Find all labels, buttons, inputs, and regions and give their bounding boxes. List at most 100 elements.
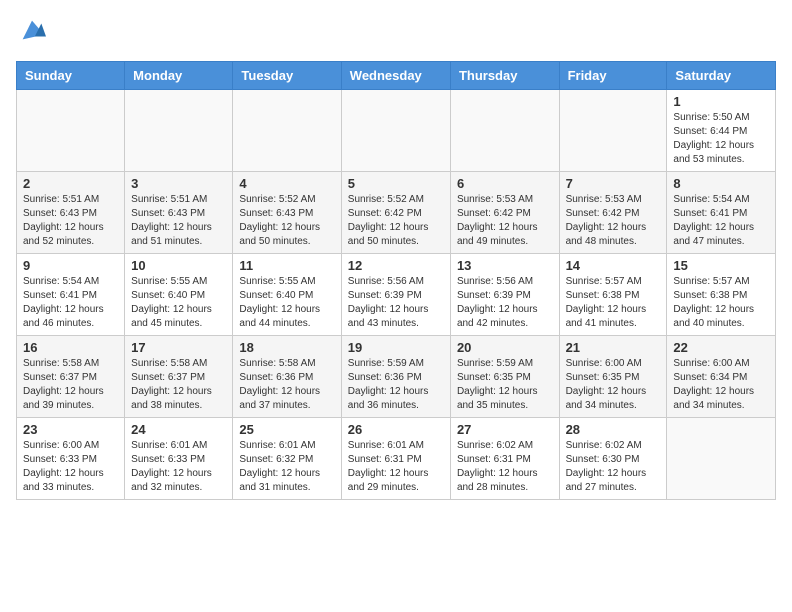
day-info: Sunrise: 6:02 AM Sunset: 6:30 PM Dayligh… — [566, 439, 661, 495]
calendar-cell: 18 Sunrise: 5:58 AM Sunset: 6:36 PM Dayli… — [233, 336, 341, 418]
logo — [16, 16, 48, 49]
day-number: 1 — [673, 94, 769, 109]
day-info: Sunrise: 5:57 AM Sunset: 6:38 PM Dayligh… — [673, 275, 769, 331]
day-number: 16 — [23, 340, 118, 355]
calendar-week-row: 1 Sunrise: 5:50 AM Sunset: 6:44 PM Daylig… — [17, 90, 776, 172]
calendar-cell: 9 Sunrise: 5:54 AM Sunset: 6:41 PM Daylig… — [17, 254, 125, 336]
calendar-cell: 24 Sunrise: 6:01 AM Sunset: 6:33 PM Dayli… — [125, 418, 233, 500]
calendar-cell: 25 Sunrise: 6:01 AM Sunset: 6:32 PM Dayli… — [233, 418, 341, 500]
day-number: 8 — [673, 176, 769, 191]
logo-icon — [18, 16, 46, 44]
calendar-cell — [125, 90, 233, 172]
page-header — [16, 16, 776, 49]
day-info: Sunrise: 5:50 AM Sunset: 6:44 PM Dayligh… — [673, 111, 769, 167]
day-info: Sunrise: 6:02 AM Sunset: 6:31 PM Dayligh… — [457, 439, 553, 495]
day-number: 6 — [457, 176, 553, 191]
weekday-header-thursday: Thursday — [450, 62, 559, 90]
calendar-cell: 10 Sunrise: 5:55 AM Sunset: 6:40 PM Dayli… — [125, 254, 233, 336]
day-number: 28 — [566, 422, 661, 437]
day-number: 22 — [673, 340, 769, 355]
day-info: Sunrise: 5:58 AM Sunset: 6:37 PM Dayligh… — [131, 357, 226, 413]
day-info: Sunrise: 5:58 AM Sunset: 6:36 PM Dayligh… — [239, 357, 334, 413]
day-info: Sunrise: 5:52 AM Sunset: 6:42 PM Dayligh… — [348, 193, 444, 249]
day-number: 17 — [131, 340, 226, 355]
calendar-cell: 27 Sunrise: 6:02 AM Sunset: 6:31 PM Dayli… — [450, 418, 559, 500]
day-info: Sunrise: 5:59 AM Sunset: 6:35 PM Dayligh… — [457, 357, 553, 413]
day-number: 12 — [348, 258, 444, 273]
day-number: 3 — [131, 176, 226, 191]
calendar-cell — [341, 90, 450, 172]
weekday-header-tuesday: Tuesday — [233, 62, 341, 90]
weekday-header-row: SundayMondayTuesdayWednesdayThursdayFrid… — [17, 62, 776, 90]
weekday-header-monday: Monday — [125, 62, 233, 90]
calendar-cell: 17 Sunrise: 5:58 AM Sunset: 6:37 PM Dayli… — [125, 336, 233, 418]
day-number: 18 — [239, 340, 334, 355]
day-info: Sunrise: 5:51 AM Sunset: 6:43 PM Dayligh… — [23, 193, 118, 249]
calendar-cell: 26 Sunrise: 6:01 AM Sunset: 6:31 PM Dayli… — [341, 418, 450, 500]
calendar-week-row: 16 Sunrise: 5:58 AM Sunset: 6:37 PM Dayli… — [17, 336, 776, 418]
weekday-header-wednesday: Wednesday — [341, 62, 450, 90]
day-info: Sunrise: 6:01 AM Sunset: 6:32 PM Dayligh… — [239, 439, 334, 495]
calendar-cell: 6 Sunrise: 5:53 AM Sunset: 6:42 PM Daylig… — [450, 172, 559, 254]
calendar-cell: 15 Sunrise: 5:57 AM Sunset: 6:38 PM Dayli… — [667, 254, 776, 336]
calendar-cell: 20 Sunrise: 5:59 AM Sunset: 6:35 PM Dayli… — [450, 336, 559, 418]
day-number: 27 — [457, 422, 553, 437]
day-info: Sunrise: 5:56 AM Sunset: 6:39 PM Dayligh… — [457, 275, 553, 331]
day-number: 10 — [131, 258, 226, 273]
calendar-cell: 22Sunrise: 6:00 AM Sunset: 6:34 PM Dayli… — [667, 336, 776, 418]
calendar-cell: 14 Sunrise: 5:57 AM Sunset: 6:38 PM Dayli… — [559, 254, 667, 336]
day-info: Sunrise: 5:51 AM Sunset: 6:43 PM Dayligh… — [131, 193, 226, 249]
day-info: Sunrise: 5:55 AM Sunset: 6:40 PM Dayligh… — [131, 275, 226, 331]
weekday-header-saturday: Saturday — [667, 62, 776, 90]
weekday-header-friday: Friday — [559, 62, 667, 90]
calendar-cell: 21Sunrise: 6:00 AM Sunset: 6:35 PM Dayli… — [559, 336, 667, 418]
calendar-cell: 3 Sunrise: 5:51 AM Sunset: 6:43 PM Daylig… — [125, 172, 233, 254]
day-number: 25 — [239, 422, 334, 437]
calendar-cell: 12 Sunrise: 5:56 AM Sunset: 6:39 PM Dayli… — [341, 254, 450, 336]
calendar-cell — [559, 90, 667, 172]
day-number: 26 — [348, 422, 444, 437]
calendar-cell: 16 Sunrise: 5:58 AM Sunset: 6:37 PM Dayli… — [17, 336, 125, 418]
day-info: Sunrise: 6:00 AM Sunset: 6:33 PM Dayligh… — [23, 439, 118, 495]
weekday-header-sunday: Sunday — [17, 62, 125, 90]
day-info: Sunrise: 5:52 AM Sunset: 6:43 PM Dayligh… — [239, 193, 334, 249]
day-info: Sunrise: 5:54 AM Sunset: 6:41 PM Dayligh… — [673, 193, 769, 249]
day-number: 23 — [23, 422, 118, 437]
calendar-cell: 13Sunrise: 5:56 AM Sunset: 6:39 PM Dayli… — [450, 254, 559, 336]
day-info: Sunrise: 6:00 AM Sunset: 6:35 PM Dayligh… — [566, 357, 661, 413]
calendar-week-row: 2Sunrise: 5:51 AM Sunset: 6:43 PM Daylig… — [17, 172, 776, 254]
day-number: 11 — [239, 258, 334, 273]
day-number: 4 — [239, 176, 334, 191]
day-info: Sunrise: 5:55 AM Sunset: 6:40 PM Dayligh… — [239, 275, 334, 331]
day-info: Sunrise: 6:01 AM Sunset: 6:31 PM Dayligh… — [348, 439, 444, 495]
calendar-cell: 4 Sunrise: 5:52 AM Sunset: 6:43 PM Daylig… — [233, 172, 341, 254]
calendar-cell: 19 Sunrise: 5:59 AM Sunset: 6:36 PM Dayli… — [341, 336, 450, 418]
day-number: 9 — [23, 258, 118, 273]
calendar-cell: 8 Sunrise: 5:54 AM Sunset: 6:41 PM Daylig… — [667, 172, 776, 254]
day-number: 5 — [348, 176, 444, 191]
logo-text — [16, 16, 46, 49]
day-info: Sunrise: 5:59 AM Sunset: 6:36 PM Dayligh… — [348, 357, 444, 413]
day-info: Sunrise: 5:54 AM Sunset: 6:41 PM Dayligh… — [23, 275, 118, 331]
day-number: 24 — [131, 422, 226, 437]
day-info: Sunrise: 5:57 AM Sunset: 6:38 PM Dayligh… — [566, 275, 661, 331]
calendar-cell — [667, 418, 776, 500]
calendar-cell: 28 Sunrise: 6:02 AM Sunset: 6:30 PM Dayli… — [559, 418, 667, 500]
day-info: Sunrise: 5:53 AM Sunset: 6:42 PM Dayligh… — [457, 193, 553, 249]
calendar-table: SundayMondayTuesdayWednesdayThursdayFrid… — [16, 61, 776, 500]
calendar-cell — [233, 90, 341, 172]
calendar-cell — [450, 90, 559, 172]
day-info: Sunrise: 5:53 AM Sunset: 6:42 PM Dayligh… — [566, 193, 661, 249]
day-info: Sunrise: 5:58 AM Sunset: 6:37 PM Dayligh… — [23, 357, 118, 413]
day-number: 19 — [348, 340, 444, 355]
day-number: 20 — [457, 340, 553, 355]
day-number: 15 — [673, 258, 769, 273]
calendar-cell: 5 Sunrise: 5:52 AM Sunset: 6:42 PM Daylig… — [341, 172, 450, 254]
calendar-cell: 11 Sunrise: 5:55 AM Sunset: 6:40 PM Dayli… — [233, 254, 341, 336]
day-info: Sunrise: 5:56 AM Sunset: 6:39 PM Dayligh… — [348, 275, 444, 331]
day-number: 7 — [566, 176, 661, 191]
calendar-cell: 1 Sunrise: 5:50 AM Sunset: 6:44 PM Daylig… — [667, 90, 776, 172]
day-number: 14 — [566, 258, 661, 273]
calendar-cell: 23 Sunrise: 6:00 AM Sunset: 6:33 PM Dayli… — [17, 418, 125, 500]
day-info: Sunrise: 6:01 AM Sunset: 6:33 PM Dayligh… — [131, 439, 226, 495]
